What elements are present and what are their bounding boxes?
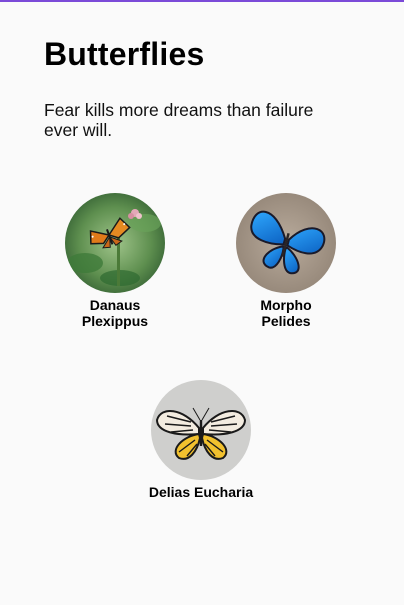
top-accent-line [0, 0, 404, 2]
orange-butterfly-photo [65, 193, 165, 293]
butterfly-card-morpho-pelides[interactable]: Morpho Pelides [226, 193, 346, 329]
blue-butterfly-photo [236, 193, 336, 293]
butterfly-name: Delias Eucharia [148, 484, 254, 500]
butterfly-card-delias-eucharia[interactable]: Delias Eucharia [140, 380, 262, 500]
butterfly-name-line2: Pelides [261, 313, 311, 329]
butterfly-card-danaus-plexippus[interactable]: Danaus Plexippus [60, 193, 170, 329]
yellow-butterfly-photo [151, 380, 251, 480]
quote-text: Fear kills more dreams than failure ever… [44, 100, 314, 140]
butterfly-name-line2: Plexippus [81, 313, 149, 329]
page-title: Butterflies [44, 36, 205, 72]
butterfly-name-line1: Danaus [89, 297, 141, 313]
butterfly-name-line1: Morpho [260, 297, 312, 313]
